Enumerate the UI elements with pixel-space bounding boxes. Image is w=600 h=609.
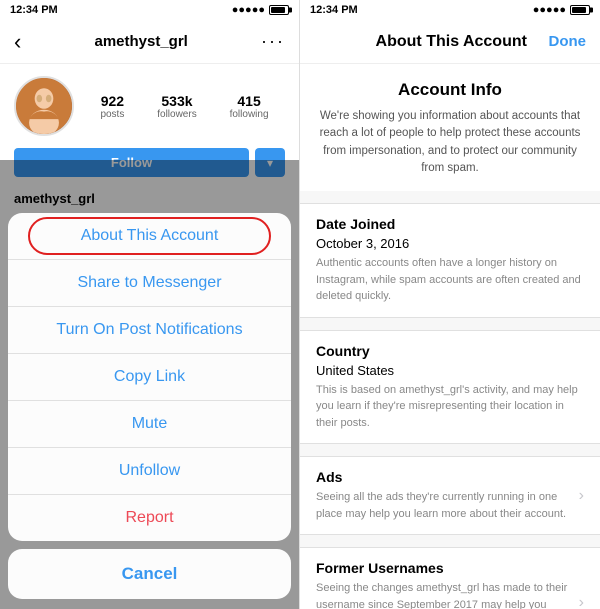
followers-stat: 533k followers	[157, 93, 196, 120]
action-unfollow[interactable]: Unfollow	[8, 448, 291, 495]
right-scroll-area[interactable]: Account Info We're showing you informati…	[300, 64, 600, 609]
country-title: Country	[316, 343, 584, 359]
report-label: Report	[125, 509, 173, 527]
about-account-label: About This Account	[81, 227, 219, 245]
action-about-this-account[interactable]: About This Account	[8, 213, 291, 260]
action-share-messenger[interactable]: Share to Messenger	[8, 260, 291, 307]
action-group: About This Account Share to Messenger Tu…	[8, 213, 291, 541]
account-info-header: Account Info We're showing you informati…	[300, 64, 600, 191]
signal-icon: ●●●●●	[232, 4, 265, 16]
posts-stat: 922 posts	[100, 93, 124, 120]
right-time: 12:34 PM	[310, 4, 358, 16]
former-usernames-left: Former Usernames Seeing the changes amet…	[316, 560, 571, 609]
left-time: 12:34 PM	[10, 4, 58, 16]
action-copy-link[interactable]: Copy Link	[8, 354, 291, 401]
former-usernames-row[interactable]: Former Usernames Seeing the changes amet…	[300, 547, 600, 609]
followers-label: followers	[157, 109, 196, 120]
action-report[interactable]: Report	[8, 495, 291, 541]
account-info-description: We're showing you information about acco…	[316, 108, 584, 177]
ads-title: Ads	[316, 469, 571, 485]
country-value: United States	[316, 363, 584, 378]
back-button[interactable]: ‹	[14, 29, 21, 55]
ads-left: Ads Seeing all the ads they're currently…	[316, 469, 571, 522]
instagram-nav: ‹ amethyst_grl ···	[0, 20, 299, 64]
ads-desc: Seeing all the ads they're currently run…	[316, 489, 571, 522]
battery-icon	[269, 5, 289, 15]
right-battery-icon	[570, 5, 590, 15]
country-section: Country United States This is based on a…	[300, 330, 600, 445]
left-status-bar: 12:34 PM ●●●●●	[0, 0, 299, 20]
following-stat: 415 following	[230, 93, 269, 120]
date-joined-desc: Authentic accounts often have a longer h…	[316, 255, 584, 305]
country-desc: This is based on amethyst_grl's activity…	[316, 382, 584, 432]
action-post-notifications[interactable]: Turn On Post Notifications	[8, 307, 291, 354]
profile-username: amethyst_grl	[94, 33, 187, 50]
cancel-group: Cancel	[8, 549, 291, 599]
following-count: 415	[237, 93, 260, 109]
ads-chevron-icon: ›	[579, 487, 584, 505]
action-mute[interactable]: Mute	[8, 401, 291, 448]
left-panel: 12:34 PM ●●●●● ‹ amethyst_grl ···	[0, 0, 300, 609]
cancel-button[interactable]: Cancel	[8, 549, 291, 599]
avatar	[14, 76, 74, 136]
followers-count: 533k	[161, 93, 192, 109]
ads-row[interactable]: Ads Seeing all the ads they're currently…	[300, 456, 600, 535]
right-status-bar: 12:34 PM ●●●●●	[300, 0, 600, 20]
profile-stats: 922 posts 533k followers 415 following	[84, 93, 285, 120]
date-joined-value: October 3, 2016	[316, 236, 584, 251]
account-info-title: Account Info	[316, 80, 584, 100]
right-nav-title: About This Account	[376, 33, 527, 51]
more-options-button[interactable]: ···	[261, 31, 285, 52]
unfollow-label: Unfollow	[119, 462, 180, 480]
right-signal-icon: ●●●●●	[533, 4, 566, 16]
copy-link-label: Copy Link	[114, 368, 185, 386]
former-usernames-title: Former Usernames	[316, 560, 571, 576]
action-sheet: About This Account Share to Messenger Tu…	[0, 213, 299, 609]
posts-count: 922	[101, 93, 124, 109]
posts-label: posts	[100, 109, 124, 120]
right-nav: About This Account Done	[300, 20, 600, 64]
done-button[interactable]: Done	[548, 33, 586, 50]
left-status-icons: ●●●●●	[232, 4, 289, 16]
following-label: following	[230, 109, 269, 120]
share-messenger-label: Share to Messenger	[77, 274, 221, 292]
former-usernames-desc: Seeing the changes amethyst_grl has made…	[316, 580, 571, 609]
right-panel: 12:34 PM ●●●●● About This Account Done A…	[300, 0, 600, 609]
date-joined-section: Date Joined October 3, 2016 Authentic ac…	[300, 203, 600, 318]
post-notifications-label: Turn On Post Notifications	[56, 321, 242, 339]
profile-info: 922 posts 533k followers 415 following	[0, 64, 299, 148]
right-status-icons: ●●●●●	[533, 4, 590, 16]
mute-label: Mute	[132, 415, 168, 433]
former-usernames-chevron-icon: ›	[579, 594, 584, 609]
date-joined-title: Date Joined	[316, 216, 584, 232]
